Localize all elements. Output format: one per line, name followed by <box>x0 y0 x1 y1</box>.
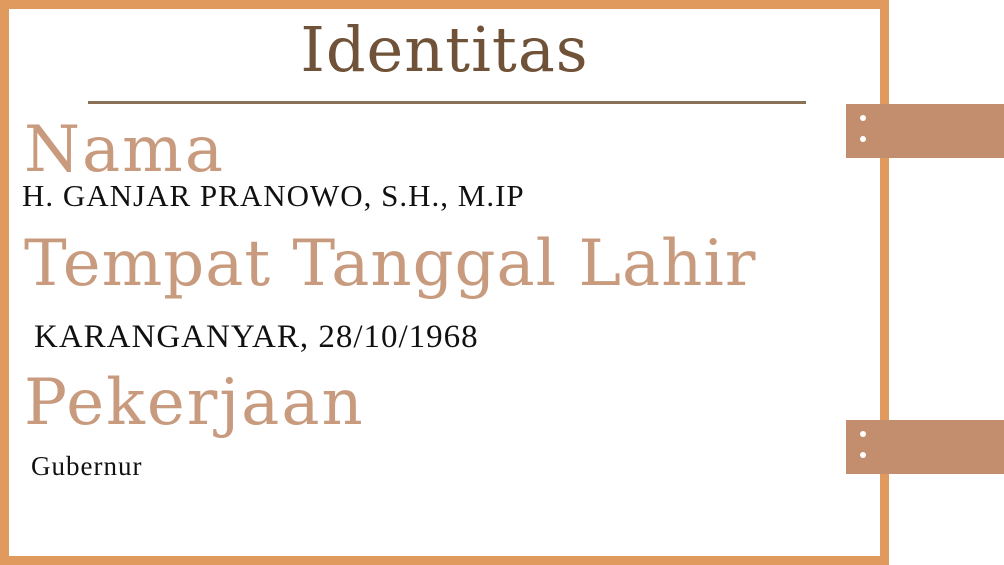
tab-hole <box>860 452 866 458</box>
tab-hole <box>860 136 866 142</box>
field-value-tempat-tanggal-lahir: KARANGANYAR, 28/10/1968 <box>34 319 479 355</box>
title-divider <box>88 101 806 104</box>
field-label-nama: Nama <box>24 113 225 187</box>
identity-card-page: Identitas Nama H. GANJAR PRANOWO, S.H., … <box>0 0 1004 565</box>
tab-bottom <box>846 420 1004 474</box>
field-label-tempat-tanggal-lahir: Tempat Tanggal Lahir <box>24 227 757 301</box>
tab-top <box>846 104 1004 158</box>
field-value-nama: H. GANJAR PRANOWO, S.H., M.IP <box>22 178 525 213</box>
field-value-pekerjaan: Gubernur <box>31 451 143 481</box>
field-label-pekerjaan: Pekerjaan <box>24 366 365 440</box>
tab-hole <box>860 431 866 437</box>
card-title: Identitas <box>300 13 589 86</box>
tab-hole <box>860 115 866 121</box>
